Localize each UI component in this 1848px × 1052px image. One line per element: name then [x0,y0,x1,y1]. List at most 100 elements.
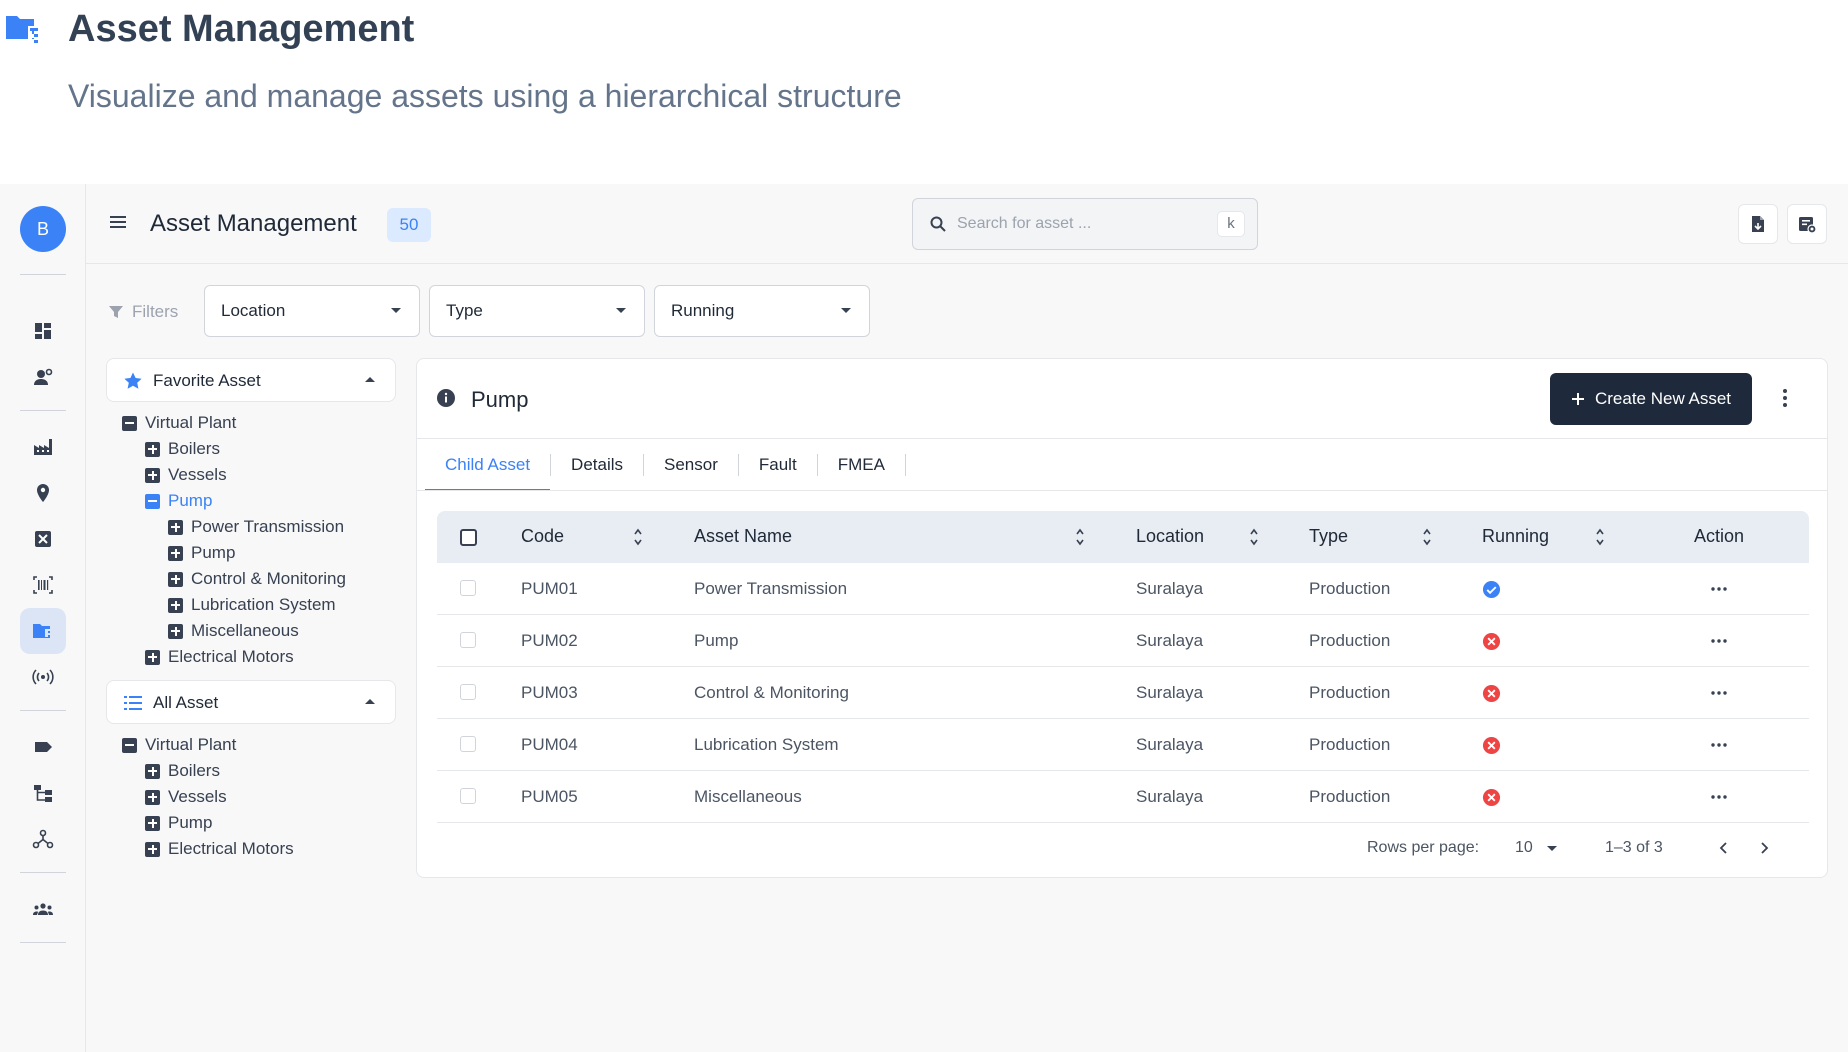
tree-node[interactable]: Miscellaneous [168,620,299,642]
rail-divider [20,942,66,943]
chevron-left-icon[interactable] [1715,839,1733,857]
rail-item-close-box[interactable] [20,516,66,562]
list-settings-button[interactable] [1787,204,1827,244]
rail-item-barcode[interactable] [20,562,66,608]
tree-node[interactable]: Vessels [145,464,227,486]
tree-node[interactable]: Pump [168,542,235,564]
expand-plus-icon[interactable] [145,763,160,779]
rail-item-location[interactable] [20,470,66,516]
table-row[interactable]: PUM01 Power Transmission Suralaya Productio… [437,563,1809,615]
menu-icon[interactable] [108,212,128,232]
more-horizontal-icon[interactable] [1711,795,1727,799]
row-checkbox[interactable] [460,736,476,752]
tab-child-asset[interactable]: Child Asset [425,439,551,491]
more-horizontal-icon[interactable] [1711,691,1727,695]
expand-plus-icon[interactable] [145,815,160,831]
running-filter-select[interactable]: Running [654,285,870,337]
search-input[interactable] [957,211,1197,237]
tree-node[interactable]: Boilers [145,438,220,460]
sort-icon[interactable] [633,527,643,547]
favorite-asset-tree: Virtual Plant Boilers Vessels Pump Power Tra… [106,402,396,672]
favorite-asset-header[interactable]: Favorite Asset [106,358,396,402]
rows-per-page-select[interactable]: 10 [1515,839,1533,857]
row-checkbox[interactable] [460,580,476,596]
expand-plus-icon[interactable] [168,571,183,587]
column-code[interactable]: Code [521,526,564,547]
tree-node[interactable]: Pump [145,490,212,512]
expand-plus-icon[interactable] [145,467,160,483]
tree-node-label: Miscellaneous [191,621,299,640]
table-row[interactable]: PUM02 Pump Suralaya Production [437,615,1809,667]
sort-icon[interactable] [1075,527,1085,547]
tab-details[interactable]: Details [551,439,643,491]
tab-sensor[interactable]: Sensor [644,439,738,491]
cell-location: Suralaya [1136,787,1204,806]
column-running[interactable]: Running [1482,526,1549,547]
column-type[interactable]: Type [1309,526,1348,547]
row-checkbox[interactable] [460,788,476,804]
tab-separator [904,454,906,476]
expand-plus-icon[interactable] [168,623,183,639]
expand-plus-icon[interactable] [145,649,160,665]
more-horizontal-icon[interactable] [1711,743,1727,747]
rail-item-tag[interactable] [20,724,66,770]
more-horizontal-icon[interactable] [1711,587,1727,591]
rail-item-asset-management[interactable] [20,608,66,654]
table-row[interactable]: PUM05 Miscellaneous Suralaya Production [437,771,1809,823]
sort-icon[interactable] [1249,527,1259,547]
table-row[interactable]: PUM04 Lubrication System Suralaya Productio… [437,719,1809,771]
tree-node[interactable]: Virtual Plant [122,734,236,756]
tree-node[interactable]: Power Transmission [168,516,344,538]
select-all-checkbox[interactable] [460,529,477,546]
tree-node[interactable]: Boilers [145,760,220,782]
sort-icon[interactable] [1595,527,1605,547]
app-title: Asset Management [150,210,357,237]
avatar[interactable]: B [20,206,66,252]
chevron-down-icon[interactable] [1547,846,1557,851]
location-filter-select[interactable]: Location [204,285,420,337]
tree-node[interactable]: Lubrication System [168,594,336,616]
all-asset-header[interactable]: All Asset [106,680,396,724]
tree-node[interactable]: Virtual Plant [122,412,236,434]
rail-item-team[interactable] [20,886,66,932]
chevron-up-icon[interactable] [365,377,375,382]
tree-node[interactable]: Control & Monitoring [168,568,346,590]
type-filter-select[interactable]: Type [429,285,645,337]
collapse-minus-icon[interactable] [122,737,137,753]
create-new-asset-button[interactable]: Create New Asset [1550,373,1752,425]
collapse-minus-icon[interactable] [122,415,137,431]
tab-fault[interactable]: Fault [739,439,817,491]
sort-icon[interactable] [1422,527,1432,547]
rail-item-user-settings[interactable] [20,354,66,400]
rail-item-sensor[interactable] [20,654,66,700]
expand-plus-icon[interactable] [145,841,160,857]
tree-node[interactable]: Electrical Motors [145,646,294,668]
export-button[interactable] [1738,204,1778,244]
more-vertical-icon[interactable] [1781,387,1789,409]
row-checkbox[interactable] [460,632,476,648]
column-asset-name[interactable]: Asset Name [694,526,792,547]
rail-item-network[interactable] [20,816,66,862]
expand-plus-icon[interactable] [145,789,160,805]
search-box[interactable]: k [912,198,1258,250]
chevron-up-icon[interactable] [365,699,375,704]
rail-item-factory[interactable] [20,424,66,470]
column-location[interactable]: Location [1136,526,1204,547]
expand-plus-icon[interactable] [168,597,183,613]
rail-item-dashboard[interactable] [20,308,66,354]
more-horizontal-icon[interactable] [1711,639,1727,643]
tree-node[interactable]: Vessels [145,786,227,808]
chevron-right-icon[interactable] [1755,839,1773,857]
table-row[interactable]: PUM03 Control & Monitoring Suralaya Product… [437,667,1809,719]
tree-node-label: Virtual Plant [145,735,237,754]
collapse-minus-icon[interactable] [145,493,160,509]
expand-plus-icon[interactable] [145,441,160,457]
row-checkbox[interactable] [460,684,476,700]
rail-item-hierarchy[interactable] [20,770,66,816]
tab-fmea[interactable]: FMEA [818,439,905,491]
tree-node[interactable]: Pump [145,812,212,834]
expand-plus-icon[interactable] [168,519,183,535]
tree-node[interactable]: Electrical Motors [145,838,294,860]
all-asset-tree: Virtual Plant Boilers Vessels Pump Electrica… [106,724,396,864]
expand-plus-icon[interactable] [168,545,183,561]
